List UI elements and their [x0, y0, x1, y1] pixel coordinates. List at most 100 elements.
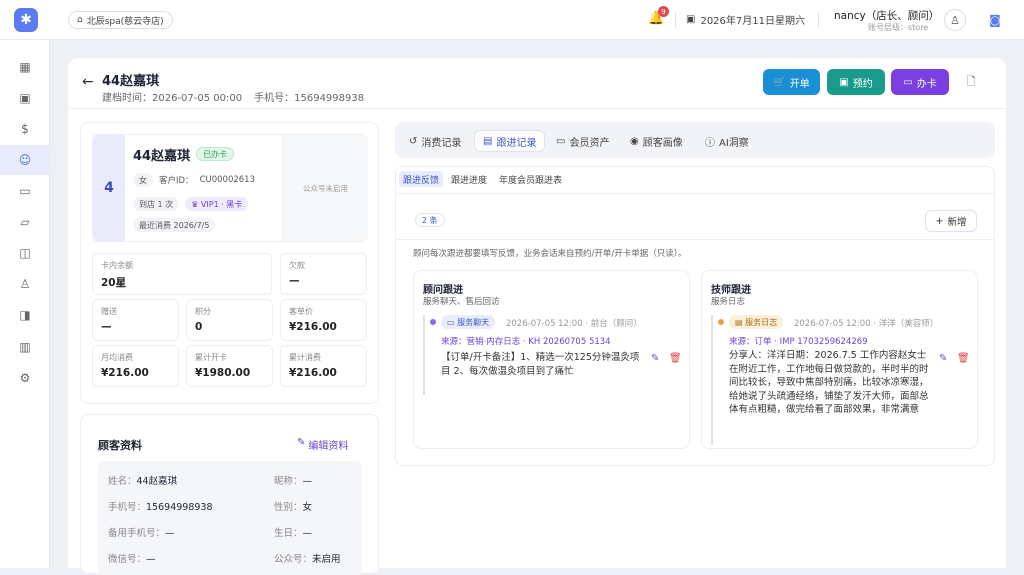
clipboard-icon: ▤ [483, 135, 493, 147]
stat-label: 累计消费 [289, 353, 321, 362]
section-title: 顾客资料 [98, 439, 142, 452]
settings-icon: ⚙ [19, 371, 31, 385]
date-text: 2026年7月11日星期六 [700, 16, 805, 27]
info-field: 备用手机号：— [108, 525, 175, 539]
stat-tile: 累计消费 ¥216.00 [280, 345, 367, 387]
avatar[interactable]: ♙ [944, 9, 966, 31]
issue-card-button[interactable]: ▭ 办卡 [891, 69, 949, 95]
sidebar-item[interactable]: $ [0, 114, 50, 144]
subtab-bar: 跟进反馈 跟进进度 年度会员跟进表 [396, 167, 996, 191]
edit-profile-label: 编辑资料 [308, 441, 349, 452]
info-label: 昵称： [274, 476, 303, 487]
stat-value: ¥1980.00 [195, 367, 251, 379]
store-name: 北辰spa(慈云寺店) [86, 16, 164, 27]
tag-badge: ▭ 服务聊天 [441, 315, 496, 329]
sidebar-item[interactable]: ☺ [0, 145, 50, 175]
sidebar-item[interactable]: ♙ [0, 269, 50, 299]
edit-icon[interactable]: ✎ [651, 353, 659, 364]
visit-count-badge: 到店 1 次 [133, 197, 180, 211]
followup-entry: ▭ 服务聊天 2026-07-05 12:00 · 前台（顾问） 来源：营销·内… [423, 315, 682, 395]
delete-icon[interactable]: 🗑 [957, 353, 970, 364]
info-field: 微信号：— [108, 551, 156, 565]
log-icon: ▤ [735, 317, 746, 327]
gender-badge: 女 [133, 173, 153, 187]
main-panel: ← 44赵嘉琪 建档时间：2026-07-05 00:00 手机号：156949… [68, 58, 1006, 575]
back-arrow-icon[interactable]: ← [82, 74, 94, 90]
count-badge: 2 条 [415, 213, 445, 227]
history-icon: ↺ [409, 135, 418, 147]
app-logo[interactable]: ✱ [14, 8, 38, 32]
info-grid: 姓名：44赵嘉琪 昵称：— 手机号：15694998938 性别：女 备用手机号：— 生日… [98, 461, 362, 575]
last-consume-badge: 最近消费 2026/7/5 [133, 218, 216, 232]
subtab-1[interactable]: 跟进反馈 [399, 171, 444, 187]
store-selector[interactable]: ⌂ 北辰spa(慈云寺店) [68, 11, 173, 29]
add-label: 新增 [947, 217, 967, 228]
edit-profile-button[interactable]: ✎ 编辑资料 [297, 437, 348, 452]
sidebar-item[interactable]: ◫ [0, 238, 50, 268]
info-label: 手机号： [108, 502, 147, 513]
shopping-bag-icon: ◫ [19, 246, 31, 260]
date-display: ▣ 2026年7月11日星期六 [686, 12, 805, 27]
info-field: 姓名：44赵嘉琪 [108, 473, 177, 487]
status-badge: 已办卡 [196, 147, 234, 161]
tab-label: 顾客画像 [642, 137, 683, 149]
card-subtitle: 服务日志 [711, 297, 746, 307]
issue-card-label: 办卡 [916, 78, 937, 90]
info-value: — [146, 554, 156, 565]
card-title: 顾问跟进 [423, 285, 463, 296]
book-button[interactable]: ▣ 预约 [827, 69, 885, 95]
stat-tile: 赠送 — [92, 299, 179, 341]
staff-icon: ♙ [19, 277, 31, 291]
crown-icon: ♛ [191, 199, 201, 209]
sidebar-item[interactable]: ⚙ [0, 363, 50, 393]
entry-text: 分享人：洋洋日期：2026.7.5 工作内容赵女士在附近工作，工作地每日做贷款的… [729, 350, 929, 415]
tab-5[interactable]: ⓘ AI洞察 [697, 130, 757, 152]
chat-icon: ▭ [447, 317, 458, 327]
tab-3[interactable]: ▭ 会员资产 [548, 130, 617, 152]
vip-label: VIP1 · 黑卡 [200, 199, 243, 209]
notification-badge: 9 [658, 6, 669, 17]
plus-icon: + [935, 215, 944, 227]
info-label: 公众号： [274, 554, 313, 565]
info-label: 姓名： [108, 476, 137, 487]
subtab-3[interactable]: 年度会员跟进表 [495, 171, 566, 187]
info-value: 44赵嘉琪 [136, 476, 178, 487]
stat-tile: 欠款 — [280, 253, 367, 295]
user-name[interactable]: nancy（店长、顾问） [834, 8, 939, 23]
folder-icon: ▱ [20, 215, 30, 229]
info-value: — [302, 528, 313, 539]
sidebar-item[interactable]: ◨ [0, 300, 50, 330]
card-subtitle: 服务聊天、售后回访 [423, 297, 500, 307]
sidebar-item[interactable]: ▭ [0, 176, 50, 206]
tag-badge: ▤ 服务日志 [729, 315, 784, 329]
tag-label: 服务聊天 [457, 317, 490, 327]
delete-icon[interactable]: 🗑 [669, 353, 682, 364]
edit-icon[interactable]: ✎ [939, 353, 947, 364]
robot-icon[interactable]: ◙ [984, 9, 1006, 31]
tab-4[interactable]: ◉ 顾客画像 [622, 130, 691, 152]
sidebar-item[interactable]: ▥ [0, 332, 50, 362]
info-label: 生日： [274, 528, 303, 539]
stat-tile: 积分 0 [186, 299, 273, 341]
timeline-dot [430, 319, 436, 325]
add-button[interactable]: + 新增 [925, 210, 977, 232]
document-icon[interactable]: 🗋 [961, 72, 981, 92]
book-label: 预约 [852, 78, 873, 90]
tab-1[interactable]: ↺ 消费记录 [401, 130, 469, 152]
subtab-2[interactable]: 跟进进度 [447, 171, 491, 187]
created-time: 建档时间：2026-07-05 00:00 [102, 93, 243, 104]
sidebar-item[interactable]: ▦ [0, 52, 50, 82]
tab-2[interactable]: ▤ 跟进记录 [474, 130, 546, 152]
tag-label: 服务日志 [745, 317, 778, 327]
stat-tile: 卡内余额 20星 [92, 253, 272, 295]
sidebar-item[interactable]: ▱ [0, 207, 50, 237]
phone-number: 手机号：15694998938 [254, 93, 365, 104]
info-label: 微信号： [108, 554, 147, 565]
sidebar-item[interactable]: ▣ [0, 83, 50, 113]
divider [818, 12, 819, 28]
info-value: 未启用 [312, 554, 341, 565]
entry-source: 来源：订单 · IMP 1703259624269 [729, 337, 868, 347]
tab-label: AI洞察 [719, 137, 749, 149]
open-order-button[interactable]: 🛒 开单 [763, 69, 820, 95]
info-value: 15694998938 [146, 502, 213, 513]
